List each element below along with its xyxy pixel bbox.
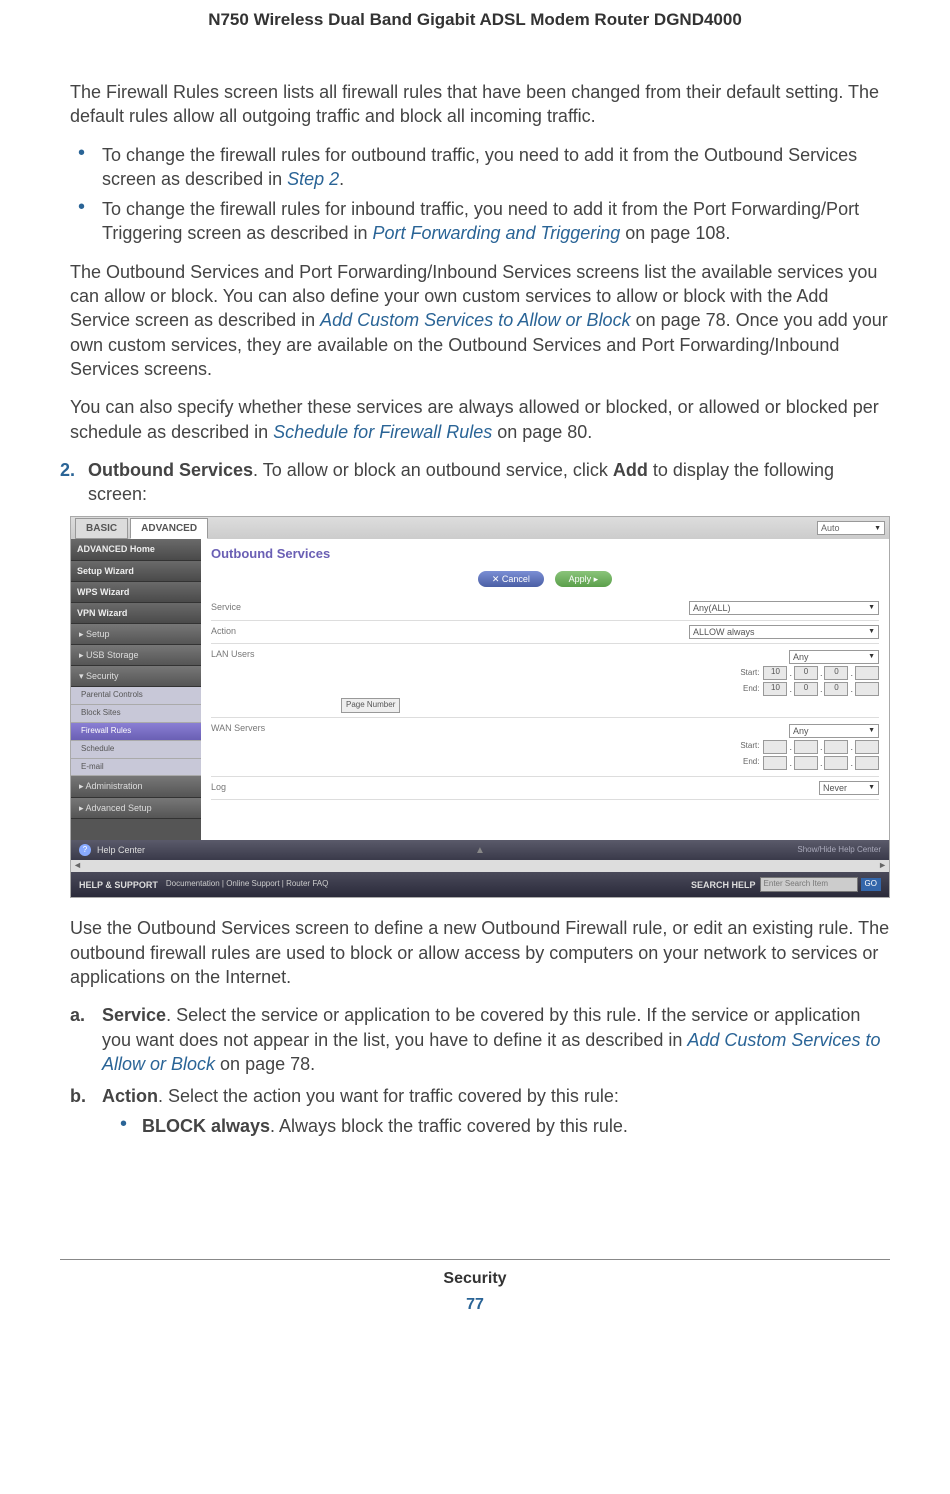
help-center-bar[interactable]: ? Help Center ▲ Show/Hide Help Center: [71, 840, 889, 860]
sidebar-item-usb-storage[interactable]: ▸ USB Storage: [71, 645, 201, 666]
page-number-button[interactable]: Page Number: [341, 698, 400, 713]
text: . Select the action you want for traffic…: [158, 1086, 619, 1106]
lan-end-oct3[interactable]: 0: [824, 682, 848, 696]
sidebar-item-setup[interactable]: ▸ Setup: [71, 624, 201, 645]
schedule-paragraph: You can also specify whether these servi…: [60, 395, 890, 444]
auto-select[interactable]: Auto▼: [817, 521, 885, 535]
link-add-custom-services[interactable]: Add Custom Services to Allow or Block: [320, 310, 630, 330]
sub-item-b: b. Action. Select the action you want fo…: [60, 1084, 890, 1139]
outbound-services-label: Outbound Services: [88, 460, 253, 480]
action-select[interactable]: ALLOW always▼: [689, 625, 879, 639]
chevron-up-icon: ▲: [475, 844, 485, 858]
help-center-label: Help Center: [97, 844, 145, 856]
log-select[interactable]: Never▼: [819, 781, 879, 795]
link-schedule-firewall[interactable]: Schedule for Firewall Rules: [273, 422, 492, 442]
lan-start-oct3[interactable]: 0: [824, 666, 848, 680]
sidebar-item-advanced-setup[interactable]: ▸ Advanced Setup: [71, 798, 201, 819]
link-step2[interactable]: Step 2: [287, 169, 339, 189]
link-port-forwarding[interactable]: Port Forwarding and Triggering: [372, 223, 620, 243]
sidebar-item-wps-wizard[interactable]: WPS Wizard: [71, 582, 201, 603]
cancel-button[interactable]: ✕ Cancel: [478, 571, 544, 587]
footer-section: Security: [60, 1270, 890, 1288]
lan-end-label: End:: [743, 684, 759, 695]
text: . To allow or block an outbound service,…: [253, 460, 613, 480]
go-button[interactable]: GO: [861, 878, 881, 891]
lan-end-oct1[interactable]: 10: [763, 682, 787, 696]
bullet-inbound-change: To change the firewall rules for inbound…: [60, 197, 890, 246]
sidebar-sub-parental[interactable]: Parental Controls: [71, 687, 201, 705]
wan-end-label: End:: [743, 757, 759, 768]
search-help-input[interactable]: Enter Search Item: [760, 877, 858, 892]
sidebar-item-setup-wizard[interactable]: Setup Wizard: [71, 561, 201, 582]
label-wan-servers: WAN Servers: [211, 722, 301, 734]
help-support-title: HELP & SUPPORT: [79, 879, 158, 891]
auto-refresh: Auto▼: [817, 521, 885, 535]
lan-start-oct2[interactable]: 0: [794, 666, 818, 680]
wan-servers-select[interactable]: Any▼: [789, 724, 879, 738]
lan-start-oct1[interactable]: 10: [763, 666, 787, 680]
help-support-links[interactable]: Documentation | Online Support | Router …: [166, 879, 328, 890]
sidebar-sub-email[interactable]: E-mail: [71, 759, 201, 777]
wan-start-label: Start:: [740, 741, 759, 752]
footer-page-number: 77: [60, 1296, 890, 1314]
text: on page 108.: [620, 223, 730, 243]
step-number-2: 2.: [60, 458, 88, 507]
wan-start-oct2[interactable]: [794, 740, 818, 754]
label-log: Log: [211, 781, 301, 793]
sidebar-item-vpn-wizard[interactable]: VPN Wizard: [71, 603, 201, 624]
outbound-services-screenshot: BASIC ADVANCED Auto▼ ADVANCED Home Setup…: [70, 516, 890, 898]
sidebar-item-administration[interactable]: ▸ Administration: [71, 776, 201, 797]
block-always-bold: BLOCK always: [142, 1116, 270, 1136]
sidebar-item-advanced-home[interactable]: ADVANCED Home: [71, 539, 201, 560]
alpha-label-b: b.: [70, 1084, 86, 1108]
lan-end-oct4[interactable]: [855, 682, 879, 696]
panel-title: Outbound Services: [211, 545, 879, 563]
action-bold: Action: [102, 1086, 158, 1106]
sidebar-nav: ADVANCED Home Setup Wizard WPS Wizard VP…: [71, 539, 201, 840]
wan-start-oct4[interactable]: [855, 740, 879, 754]
lan-start-oct4[interactable]: [855, 666, 879, 680]
show-hide-help-link[interactable]: Show/Hide Help Center: [797, 845, 881, 856]
service-bold: Service: [102, 1005, 166, 1025]
wan-end-oct1[interactable]: [763, 756, 787, 770]
help-icon: ?: [79, 844, 91, 856]
label-action: Action: [211, 625, 301, 637]
page-footer: Security 77: [60, 1259, 890, 1314]
sub-item-a: a. Service. Select the service or applic…: [60, 1003, 890, 1076]
search-help-label: SEARCH HELP: [691, 879, 756, 891]
wan-end-oct3[interactable]: [824, 756, 848, 770]
add-label: Add: [613, 460, 648, 480]
tab-advanced[interactable]: ADVANCED: [130, 518, 208, 540]
apply-button[interactable]: Apply ▸: [555, 571, 613, 587]
text: . Always block the traffic covered by th…: [270, 1116, 628, 1136]
sidebar-sub-firewall-rules[interactable]: Firewall Rules: [71, 723, 201, 741]
label-lan-users: LAN Users: [211, 648, 301, 660]
text: .: [339, 169, 344, 189]
outbound-use-paragraph: Use the Outbound Services screen to defi…: [60, 916, 890, 989]
sidebar-item-security[interactable]: ▾ Security: [71, 666, 201, 687]
text: To change the firewall rules for outboun…: [102, 145, 857, 189]
label-service: Service: [211, 601, 301, 613]
lan-users-select[interactable]: Any▼: [789, 650, 879, 664]
lan-end-oct2[interactable]: 0: [794, 682, 818, 696]
sub-bullet-block-always: BLOCK always. Always block the traffic c…: [102, 1114, 890, 1138]
page-header-title: N750 Wireless Dual Band Gigabit ADSL Mod…: [60, 0, 890, 80]
lan-start-label: Start:: [740, 668, 759, 679]
services-paragraph: The Outbound Services and Port Forwardin…: [60, 260, 890, 381]
wan-start-oct1[interactable]: [763, 740, 787, 754]
tab-basic[interactable]: BASIC: [75, 518, 128, 540]
wan-start-oct3[interactable]: [824, 740, 848, 754]
horizontal-scrollbar[interactable]: [71, 860, 889, 872]
service-select[interactable]: Any(ALL)▼: [689, 601, 879, 615]
step-2-body: Outbound Services. To allow or block an …: [88, 458, 890, 507]
sidebar-sub-schedule[interactable]: Schedule: [71, 741, 201, 759]
alpha-label-a: a.: [70, 1003, 85, 1027]
wan-end-oct4[interactable]: [855, 756, 879, 770]
wan-end-oct2[interactable]: [794, 756, 818, 770]
intro-paragraph: The Firewall Rules screen lists all fire…: [60, 80, 890, 129]
sidebar-sub-block-sites[interactable]: Block Sites: [71, 705, 201, 723]
text: on page 80.: [492, 422, 592, 442]
bullet-outbound-change: To change the firewall rules for outboun…: [60, 143, 890, 192]
text: on page 78.: [215, 1054, 315, 1074]
